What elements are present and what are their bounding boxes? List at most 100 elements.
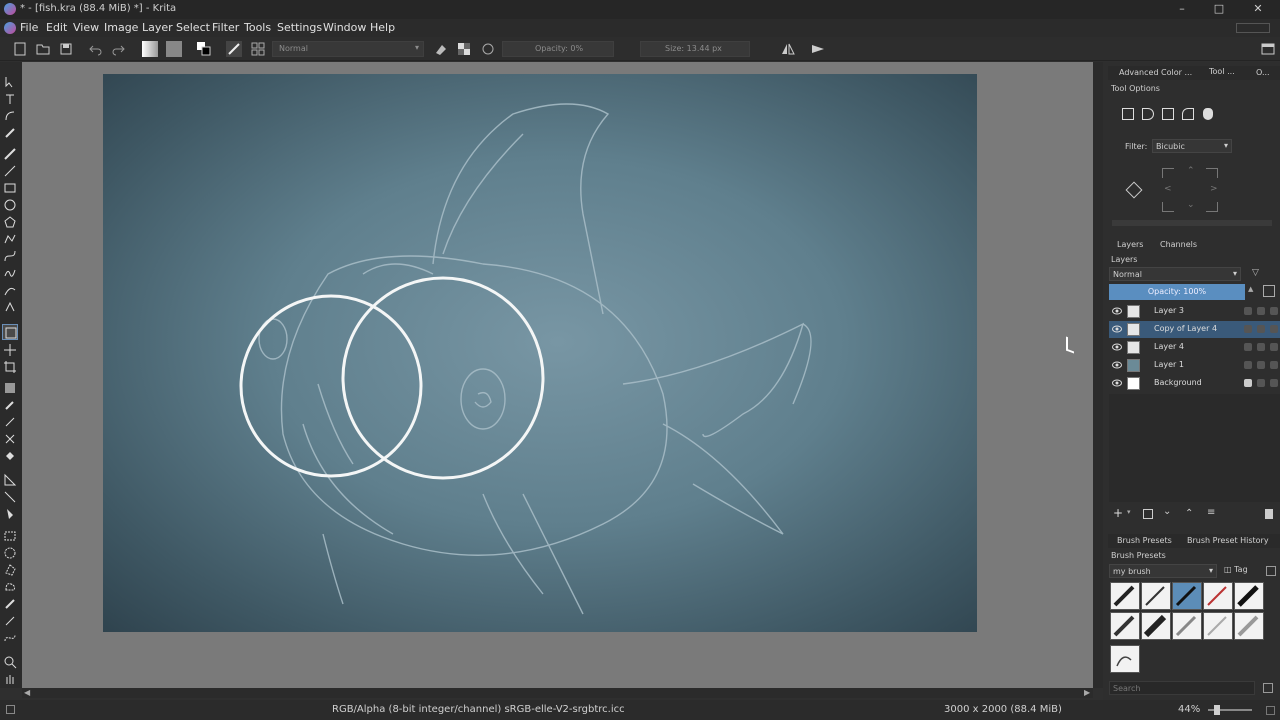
eye-icon[interactable] [1112,379,1122,387]
alpha-inherit-icon[interactable] [1257,343,1265,351]
alpha-lock-icon[interactable] [456,41,472,57]
layer-settings-icon[interactable] [1270,343,1278,351]
reload-preset-icon[interactable] [480,41,496,57]
alpha-inherit-icon[interactable] [1257,379,1265,387]
layer-row[interactable]: Copy of Layer 4 [1109,321,1280,338]
lock-icon[interactable] [1244,325,1252,333]
color-picker-icon[interactable] [2,397,18,413]
brush-preset[interactable] [1203,612,1233,640]
maximize-icon[interactable]: □ [1211,2,1227,17]
layer-blend-select[interactable]: Normal ▾ [1109,267,1241,281]
crop-tool-icon[interactable] [2,359,18,375]
menu-edit[interactable]: Edit [46,21,67,34]
tab-brush-preset-history[interactable]: Brush Preset History [1187,536,1269,545]
anchor-bottom-right[interactable] [1206,202,1218,212]
select-shapes-icon[interactable] [2,74,18,90]
colorize-mask-icon[interactable] [2,414,18,430]
polygon-tool-icon[interactable] [2,214,18,230]
minimize-icon[interactable]: – [1174,2,1190,17]
liquify-mode-icon[interactable] [1203,108,1213,120]
move-tool-icon[interactable] [2,342,18,358]
menu-file[interactable]: File [20,21,38,34]
measure-tool-icon[interactable] [2,489,18,505]
layer-settings-icon[interactable] [1270,307,1278,315]
menu-window[interactable]: Window [323,21,366,34]
freehand-path-icon[interactable] [2,265,18,281]
menu-settings[interactable]: Settings [277,21,322,34]
lock-icon[interactable] [1244,379,1252,387]
alpha-inherit-icon[interactable] [1257,325,1265,333]
opacity-slider[interactable]: Opacity: 0% [502,41,614,57]
anchor-bottom[interactable]: ⌄ [1187,200,1195,210]
layer-thumbnail-mode-icon[interactable] [1263,285,1275,297]
size-slider[interactable]: Size: 13.44 px [640,41,750,57]
layer-row[interactable]: Layer 4 [1109,339,1280,356]
tool-options-scrollbar[interactable] [1112,220,1272,226]
layer-opacity-spin-icon[interactable]: ▲ [1248,285,1253,293]
tab-brush-presets[interactable]: Brush Presets [1117,536,1172,545]
layer-row[interactable]: Background [1109,375,1280,392]
tab-tool-options[interactable]: Tool ... [1209,67,1235,76]
alpha-inherit-icon[interactable] [1257,361,1265,369]
layer-opacity-slider[interactable]: Opacity: 100% [1109,284,1245,300]
layer-row[interactable]: Layer 3 [1109,303,1280,320]
layer-filter-icon[interactable]: ▽ [1252,268,1259,278]
pan-tool-icon[interactable] [2,671,18,687]
bezier-tool-icon[interactable] [2,248,18,264]
delete-layer-icon[interactable] [1265,509,1273,519]
gradient-tool-icon[interactable] [2,380,18,396]
lock-icon[interactable] [1244,343,1252,351]
brush-tag-select[interactable]: my brush ▾ [1109,564,1217,578]
reference-tool-icon[interactable] [2,506,18,522]
menu-help[interactable]: Help [370,21,395,34]
layer-properties-icon[interactable]: ≡ [1207,507,1215,518]
zoom-slider-handle[interactable] [1214,705,1220,715]
brush-view-menu-icon[interactable] [1266,566,1276,576]
multibrush-icon[interactable] [2,299,18,315]
brush-preset-selected[interactable] [1172,582,1202,610]
menu-layer[interactable]: Layer [142,21,173,34]
scroll-left-icon[interactable]: ◀ [24,688,30,697]
color-swap-icon[interactable] [196,41,212,57]
eye-icon[interactable] [1112,343,1122,351]
menu-image[interactable]: Image [104,21,138,34]
mirror-horizontal-icon[interactable] [780,41,796,57]
calligraphy-icon[interactable] [2,125,18,141]
anchor-top[interactable]: ⌃ [1187,166,1195,176]
similar-select-icon[interactable] [2,613,18,629]
brush-preset-icon[interactable] [226,41,242,57]
mirror-vertical-icon[interactable] [810,41,826,57]
anchor-right[interactable]: > [1210,184,1218,194]
vertical-scrollbar[interactable] [1093,62,1103,688]
app-menu-icon[interactable] [4,22,16,34]
tab-channels[interactable]: Channels [1160,240,1197,249]
ellipse-tool-icon[interactable] [2,197,18,213]
eraser-icon[interactable] [432,41,448,57]
fill-tool-icon[interactable] [2,448,18,464]
anchor-grid[interactable]: ⌃ < > ⌄ [1160,166,1226,216]
move-layer-up-icon[interactable]: ⌃ [1185,508,1193,519]
ellipse-select-icon[interactable] [2,545,18,561]
brush-preset[interactable] [1203,582,1233,610]
edit-shapes-icon[interactable] [2,108,18,124]
anchor-left[interactable]: < [1164,184,1172,194]
horizontal-scrollbar[interactable]: ◀ ▶ [22,688,1093,698]
warp-mode-icon[interactable] [1162,108,1174,120]
brush-preset[interactable] [1172,612,1202,640]
anchor-top-right[interactable] [1206,168,1218,178]
redo-icon[interactable] [110,41,126,57]
tab-overview[interactable]: O... [1256,68,1270,77]
layer-settings-icon[interactable] [1270,379,1278,387]
add-layer-menu-icon[interactable]: ▾ [1127,508,1131,516]
brush-preset[interactable] [1141,612,1171,640]
save-icon[interactable] [58,41,74,57]
polyline-tool-icon[interactable] [2,231,18,247]
duplicate-layer-icon[interactable] [1143,509,1153,519]
lock-icon[interactable] [1244,307,1252,315]
layer-settings-icon[interactable] [1270,325,1278,333]
undo-icon[interactable] [88,41,104,57]
eye-icon[interactable] [1112,307,1122,315]
rectangle-tool-icon[interactable] [2,180,18,196]
shape-select-icon[interactable] [2,324,18,340]
polygon-select-icon[interactable] [2,562,18,578]
